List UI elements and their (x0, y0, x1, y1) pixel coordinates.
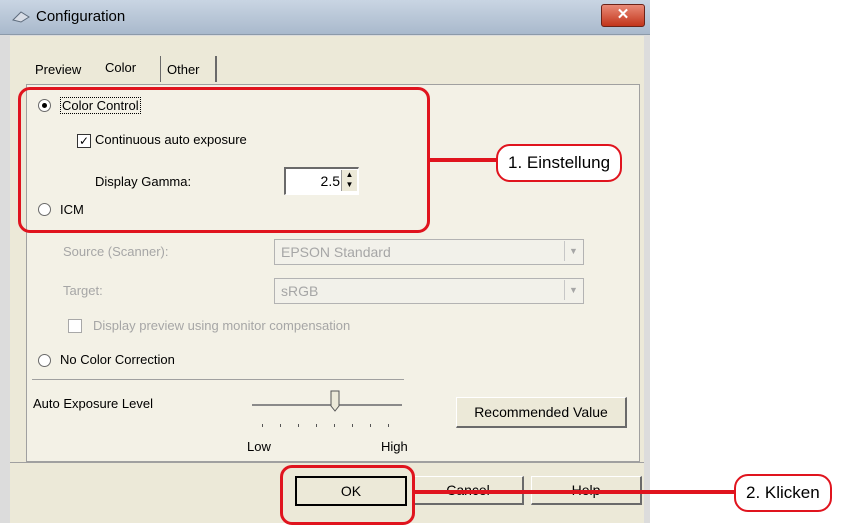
source-value: EPSON Standard (281, 244, 391, 260)
callout-step1: 1. Einstellung (496, 144, 623, 182)
callout-connector-1 (427, 158, 497, 162)
slider-tick (370, 424, 371, 427)
close-button[interactable]: ✕ (601, 4, 645, 27)
no-color-correction-radio[interactable] (38, 354, 51, 367)
recommended-value-button[interactable]: Recommended Value (456, 397, 627, 428)
tab-divider (160, 56, 161, 82)
display-preview-checkbox[interactable] (68, 319, 82, 333)
auto-exposure-slider-track[interactable] (252, 404, 402, 406)
slider-tick (316, 424, 317, 427)
scanner-app-icon (12, 11, 30, 23)
target-label: Target: (63, 283, 103, 298)
auto-exposure-level-label: Auto Exposure Level (33, 396, 153, 411)
slider-low-label: Low (247, 439, 271, 454)
chevron-down-icon[interactable]: ▼ (564, 241, 582, 261)
callout-step2: 2. Klicken (734, 474, 832, 512)
target-value: sRGB (281, 283, 319, 299)
no-color-correction-label: No Color Correction (60, 352, 175, 367)
display-preview-label: Display preview using monitor compensati… (93, 318, 351, 333)
section-divider (32, 379, 404, 380)
window-title: Configuration (36, 8, 126, 25)
chevron-down-icon[interactable]: ▼ (564, 280, 582, 300)
slider-tick (262, 424, 263, 427)
slider-high-label: High (381, 439, 408, 454)
source-select[interactable]: EPSON Standard ▼ (274, 239, 584, 265)
highlight-box-color-control (18, 87, 430, 233)
slider-thumb[interactable] (330, 390, 340, 412)
tab-divider (215, 56, 217, 82)
tab-preview[interactable]: Preview (35, 62, 81, 77)
tab-other[interactable]: Other (167, 62, 200, 77)
slider-tick (280, 424, 281, 427)
slider-tick (298, 424, 299, 427)
callout-connector-2 (412, 490, 737, 494)
bottom-divider (10, 462, 644, 463)
target-select[interactable]: sRGB ▼ (274, 278, 584, 304)
tab-color[interactable]: Color (105, 60, 136, 75)
slider-tick (334, 424, 335, 427)
highlight-box-ok (280, 465, 415, 525)
source-label: Source (Scanner): (63, 244, 169, 259)
slider-tick (388, 424, 389, 427)
slider-tick (352, 424, 353, 427)
